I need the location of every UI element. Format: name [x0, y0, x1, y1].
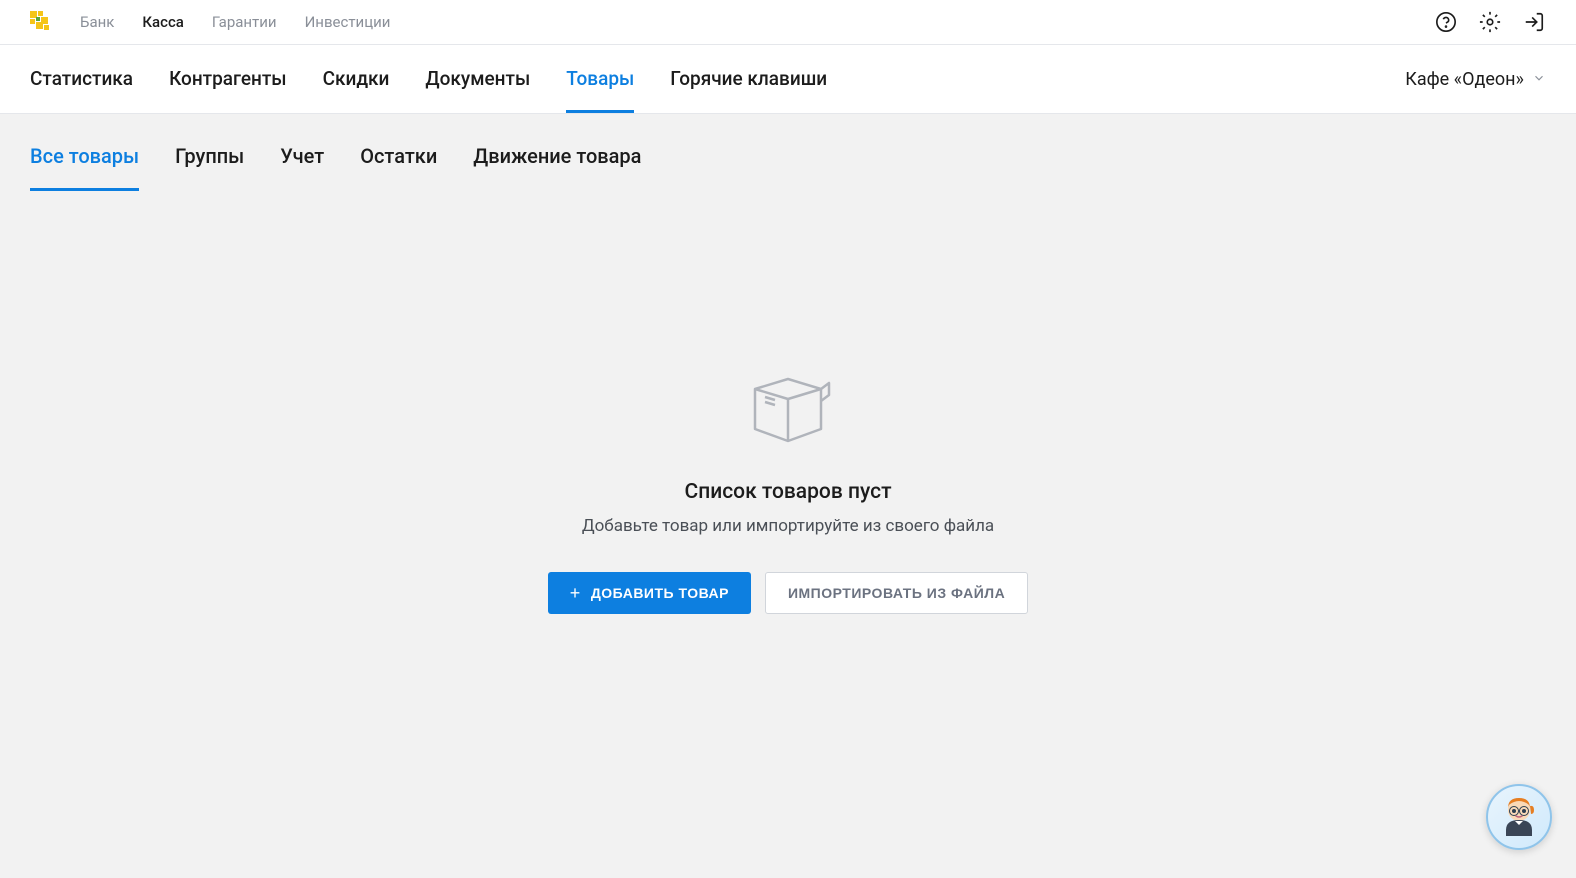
content-area: Все товары Группы Учет Остатки Движение …	[0, 114, 1576, 878]
top-bar-right	[1434, 10, 1546, 34]
sub-nav: Все товары Группы Учет Остатки Движение …	[30, 114, 1546, 191]
import-file-button[interactable]: ИМПОРТИРОВАТЬ ИЗ ФАЙЛА	[765, 572, 1028, 614]
org-name: Кафе «Одеон»	[1405, 69, 1524, 90]
add-product-button[interactable]: + ДОБАВИТЬ ТОВАР	[548, 572, 751, 614]
logout-icon[interactable]	[1522, 10, 1546, 34]
subnav-stock[interactable]: Остатки	[360, 144, 437, 191]
nav-documents[interactable]: Документы	[425, 45, 530, 113]
empty-actions: + ДОБАВИТЬ ТОВАР ИМПОРТИРОВАТЬ ИЗ ФАЙЛА	[548, 572, 1028, 614]
subnav-accounting[interactable]: Учет	[280, 144, 324, 191]
main-nav: Статистика Контрагенты Скидки Документы …	[0, 45, 1576, 114]
chevron-down-icon	[1532, 69, 1546, 90]
top-nav-investments[interactable]: Инвестиции	[305, 13, 391, 31]
subnav-movement[interactable]: Движение товара	[473, 144, 641, 191]
top-bar-left: Банк Касса Гарантии Инвестиции	[30, 11, 390, 33]
subnav-groups[interactable]: Группы	[175, 144, 244, 191]
nav-hotkeys[interactable]: Горячие клавиши	[670, 45, 827, 113]
nav-discounts[interactable]: Скидки	[323, 45, 390, 113]
subnav-all-products[interactable]: Все товары	[30, 144, 139, 191]
nav-products[interactable]: Товары	[566, 45, 634, 113]
empty-subtitle: Добавьте товар или импортируйте из своег…	[582, 516, 994, 536]
empty-title: Список товаров пуст	[684, 480, 891, 504]
top-nav-kassa[interactable]: Касса	[142, 13, 184, 31]
org-selector[interactable]: Кафе «Одеон»	[1405, 69, 1546, 90]
empty-state: Список товаров пуст Добавьте товар или и…	[30, 191, 1546, 614]
top-nav-bank[interactable]: Банк	[80, 13, 114, 31]
chat-assistant-button[interactable]	[1486, 784, 1552, 850]
logo[interactable]	[30, 11, 52, 33]
nav-counterparties[interactable]: Контрагенты	[169, 45, 287, 113]
gear-icon[interactable]	[1478, 10, 1502, 34]
nav-statistics[interactable]: Статистика	[30, 45, 133, 113]
help-icon[interactable]	[1434, 10, 1458, 34]
import-file-label: ИМПОРТИРОВАТЬ ИЗ ФАЙЛА	[788, 585, 1005, 601]
box-icon	[743, 371, 833, 450]
plus-icon: +	[570, 584, 581, 602]
top-bar: Банк Касса Гарантии Инвестиции	[0, 0, 1576, 45]
main-nav-left: Статистика Контрагенты Скидки Документы …	[30, 45, 827, 113]
top-nav-guarantees[interactable]: Гарантии	[212, 13, 277, 31]
add-product-label: ДОБАВИТЬ ТОВАР	[591, 585, 729, 601]
